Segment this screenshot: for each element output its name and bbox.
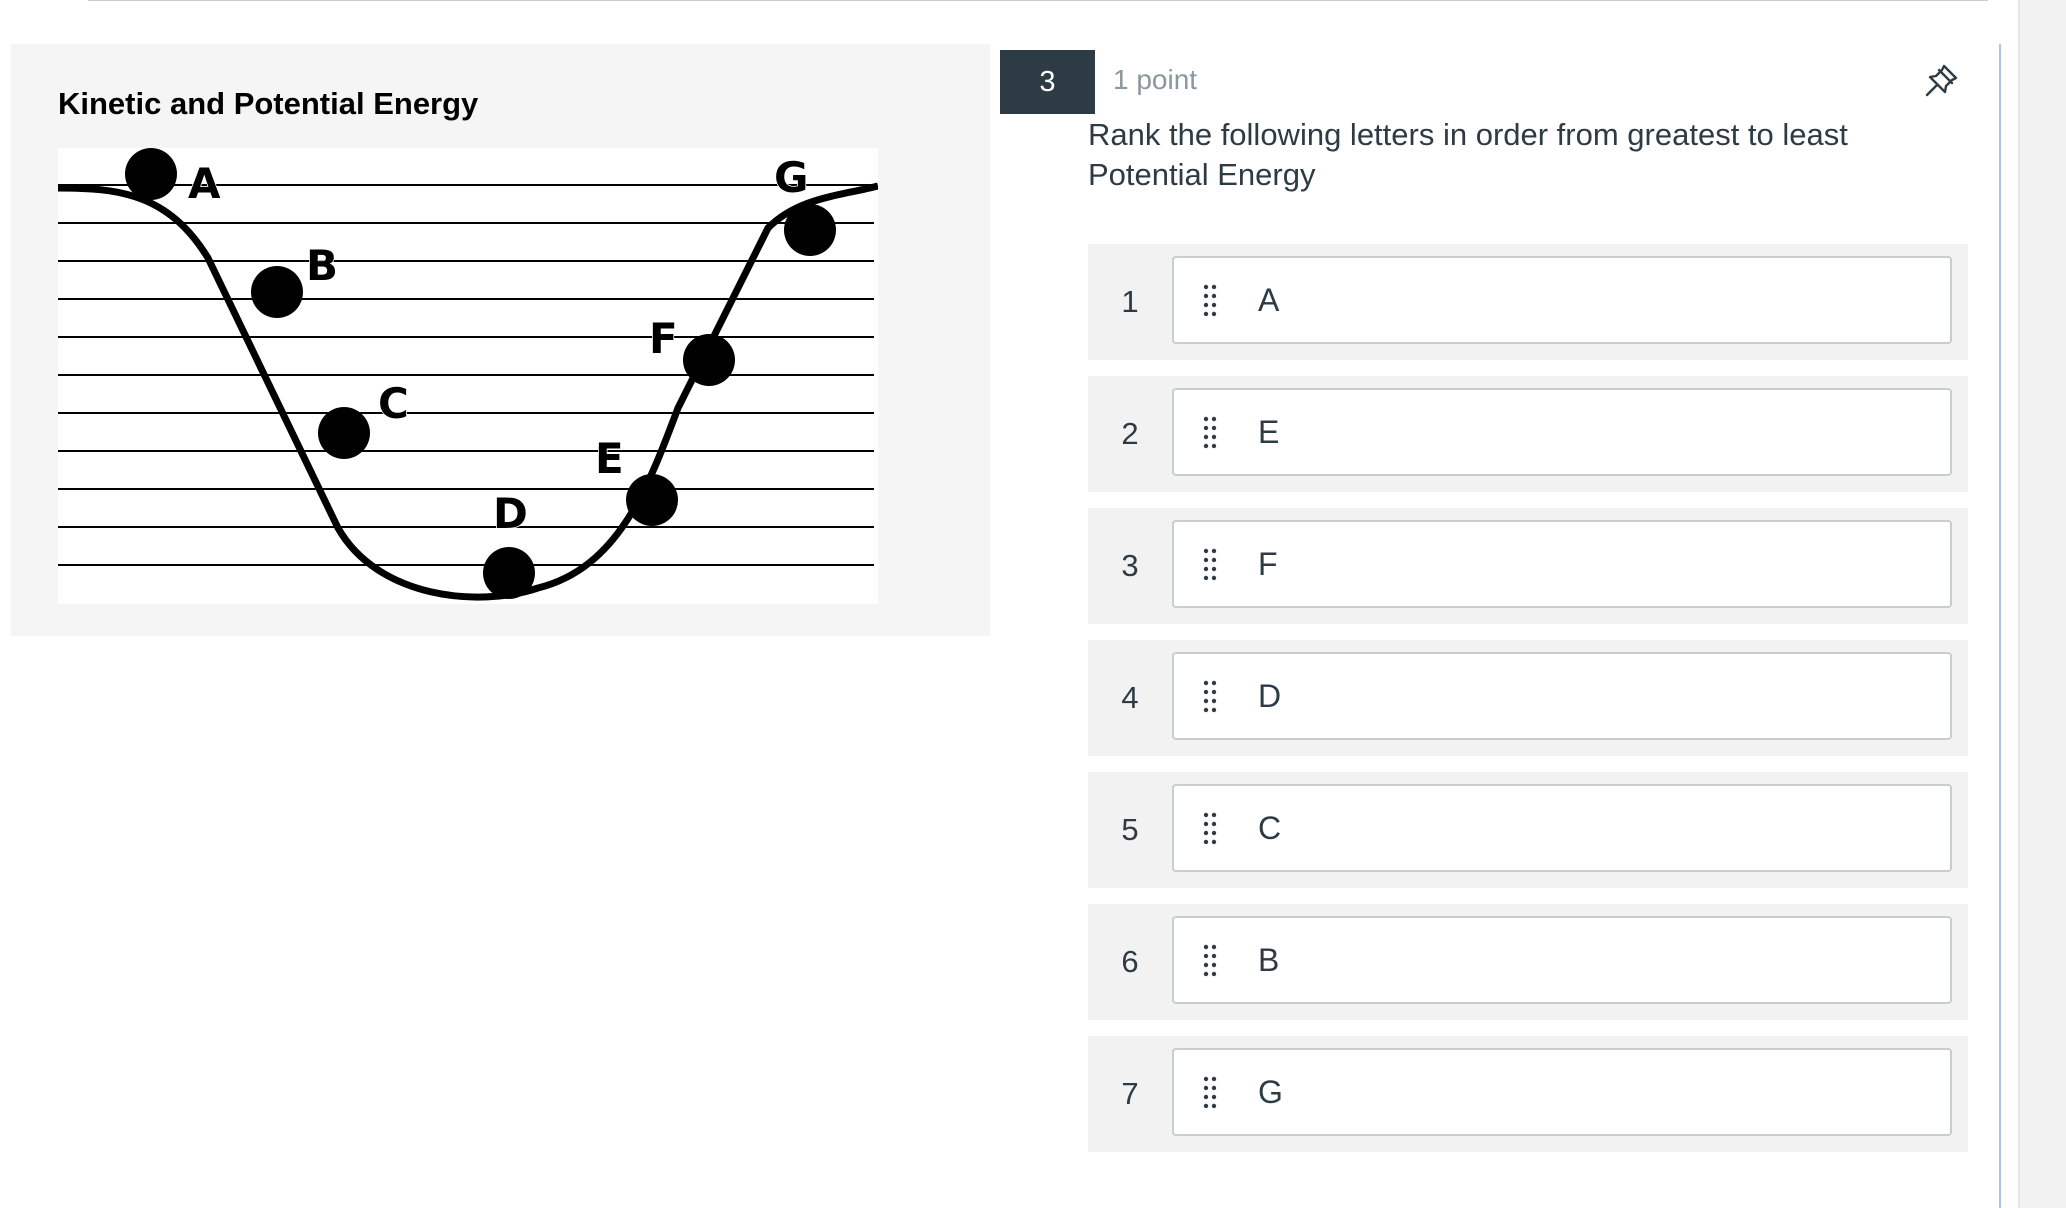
rank-item-label: C — [1258, 809, 1282, 846]
page-gutter — [2018, 0, 2066, 1208]
rank-row: 4 D — [1088, 640, 1968, 756]
rank-item-card[interactable]: F — [1172, 520, 1952, 608]
label-g: G — [774, 153, 808, 202]
ball-d — [483, 547, 535, 599]
rank-item-card[interactable]: G — [1172, 1048, 1952, 1136]
gutter-edge — [2018, 0, 2020, 1208]
label-b: B — [306, 241, 338, 290]
stimulus-title: Kinetic and Potential Energy — [58, 86, 479, 121]
drag-handle-icon[interactable] — [1202, 812, 1218, 846]
question-focus-border — [1999, 44, 2001, 1208]
rank-item-label: D — [1258, 677, 1282, 714]
drag-handle-icon[interactable] — [1202, 284, 1218, 318]
drag-handle-icon[interactable] — [1202, 944, 1218, 978]
rank-row: 7 G — [1088, 1036, 1968, 1152]
energy-track-diagram: A B C D E F G — [57, 148, 879, 601]
label-d: D — [493, 489, 528, 538]
rank-item-card[interactable]: D — [1172, 652, 1952, 740]
stimulus-panel: Kinetic and Potential Energy A B C D E F… — [11, 44, 990, 636]
rank-position: 3 — [1121, 548, 1139, 583]
quiz-page: Kinetic and Potential Energy A B C D E F… — [0, 0, 2018, 1208]
rank-row: 3 F — [1088, 508, 1968, 624]
label-a: A — [188, 159, 221, 208]
label-e: E — [595, 434, 624, 483]
rank-position: 5 — [1121, 812, 1139, 847]
rank-position: 1 — [1121, 284, 1139, 319]
rank-item-card[interactable]: E — [1172, 388, 1952, 476]
question-prompt: Rank the following letters in order from… — [1088, 117, 1848, 192]
drag-handle-icon[interactable] — [1202, 548, 1218, 582]
rank-item-label: E — [1258, 413, 1280, 450]
question-points: 1 point — [1113, 64, 1198, 95]
drag-handle-icon[interactable] — [1202, 680, 1218, 714]
rank-row: 2 E — [1088, 376, 1968, 492]
ball-a — [125, 148, 177, 200]
ranking-list: 1 A 2 E 3 F 4 D 5 C 6 B 7 G — [1088, 244, 1968, 1168]
top-divider — [88, 0, 1988, 1]
label-c: C — [378, 379, 409, 428]
ball-b — [251, 266, 303, 318]
energy-track-figure: A B C D E F G — [57, 148, 879, 604]
rank-position: 7 — [1121, 1076, 1139, 1111]
ball-g — [784, 204, 836, 256]
rank-row: 6 B — [1088, 904, 1968, 1020]
track-curve — [57, 182, 879, 601]
ball-f — [683, 334, 735, 386]
rank-item-label: F — [1258, 545, 1278, 582]
drag-handle-icon[interactable] — [1202, 1076, 1218, 1110]
question-number-badge: 3 — [1000, 50, 1095, 114]
rank-item-label: B — [1258, 941, 1280, 978]
rank-item-label: G — [1258, 1073, 1283, 1110]
rank-item-card[interactable]: B — [1172, 916, 1952, 1004]
rank-position: 4 — [1121, 680, 1139, 715]
rank-item-card[interactable]: C — [1172, 784, 1952, 872]
label-f: F — [649, 314, 678, 363]
rank-row: 1 A — [1088, 244, 1968, 360]
rank-row: 5 C — [1088, 772, 1968, 888]
rank-item-card[interactable]: A — [1172, 256, 1952, 344]
rank-position: 2 — [1121, 416, 1139, 451]
rank-item-label: A — [1258, 281, 1280, 318]
ball-e — [626, 474, 678, 526]
drag-handle-icon[interactable] — [1202, 416, 1218, 450]
ball-c — [318, 407, 370, 459]
rank-position: 6 — [1121, 944, 1139, 979]
pin-icon[interactable] — [1922, 60, 1962, 100]
